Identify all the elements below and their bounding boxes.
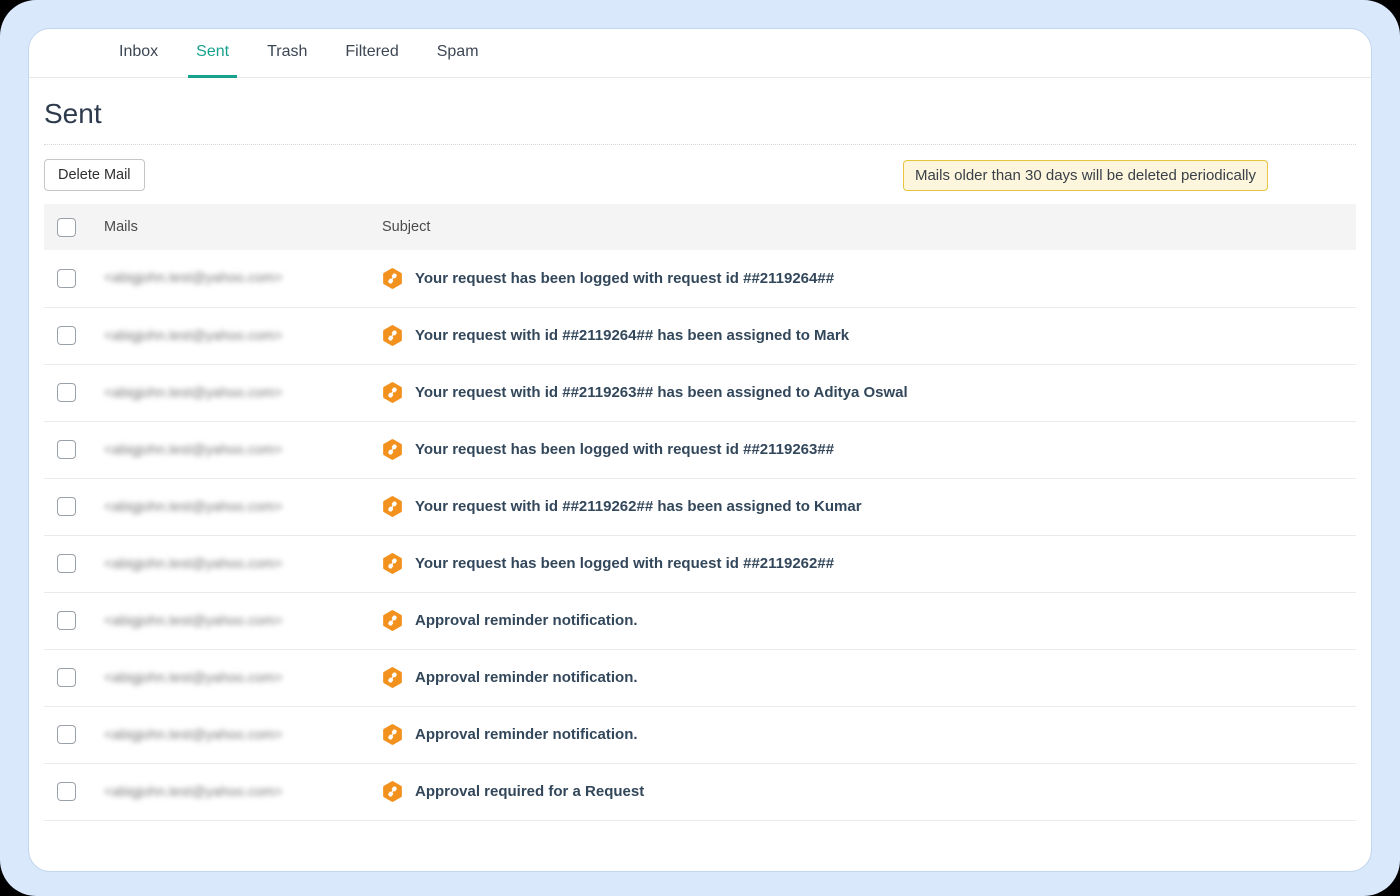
ticket-hexagon-icon — [382, 553, 403, 574]
sender-email: <abigjohn.test@yahoo.com> — [104, 555, 282, 571]
page-background: Inbox Sent Trash Filtered Spam Sent Dele… — [0, 0, 1400, 896]
subject-text: Approval reminder notification. — [415, 612, 638, 629]
mail-row[interactable]: <abigjohn.test@yahoo.com> Your request h… — [44, 535, 1356, 592]
subject-cell: Approval reminder notification. — [382, 724, 1356, 745]
row-checkbox[interactable] — [57, 497, 76, 516]
subject-cell: Your request with id ##2119262## has bee… — [382, 496, 1356, 517]
row-checkbox[interactable] — [57, 269, 76, 288]
mail-table: Mails Subject <abigjohn.test@yahoo.com> — [44, 204, 1356, 821]
row-checkbox[interactable] — [57, 782, 76, 801]
row-checkbox[interactable] — [57, 440, 76, 459]
subject-text: Your request has been logged with reques… — [415, 555, 834, 572]
subject-cell: Your request has been logged with reques… — [382, 553, 1356, 574]
sender-email: <abigjohn.test@yahoo.com> — [104, 612, 282, 628]
ticket-hexagon-icon — [382, 781, 403, 802]
row-checkbox[interactable] — [57, 383, 76, 402]
sender-email: <abigjohn.test@yahoo.com> — [104, 327, 282, 343]
ticket-hexagon-icon — [382, 325, 403, 346]
ticket-hexagon-icon — [382, 667, 403, 688]
select-all-checkbox[interactable] — [57, 218, 76, 237]
subject-text: Approval reminder notification. — [415, 669, 638, 686]
ticket-hexagon-icon — [382, 724, 403, 745]
ticket-hexagon-icon — [382, 268, 403, 289]
page-title: Sent — [44, 98, 1356, 130]
row-checkbox[interactable] — [57, 668, 76, 687]
sender-email: <abigjohn.test@yahoo.com> — [104, 441, 282, 457]
tab-sent[interactable]: Sent — [188, 29, 237, 78]
tab-inbox[interactable]: Inbox — [111, 29, 166, 78]
row-checkbox[interactable] — [57, 725, 76, 744]
subject-text: Approval required for a Request — [415, 783, 644, 800]
retention-notice: Mails older than 30 days will be deleted… — [903, 160, 1268, 191]
sent-mail-content: Sent Delete Mail Mails older than 30 day… — [29, 98, 1371, 821]
delete-mail-button[interactable]: Delete Mail — [44, 159, 145, 191]
sender-email: <abigjohn.test@yahoo.com> — [104, 669, 282, 685]
tab-label: Sent — [196, 43, 229, 61]
subject-cell: Your request has been logged with reques… — [382, 268, 1356, 289]
mail-row[interactable]: <abigjohn.test@yahoo.com> Approval requi… — [44, 763, 1356, 820]
subject-text: Your request with id ##2119262## has bee… — [415, 498, 862, 515]
column-header-subject: Subject — [382, 204, 1356, 250]
subject-cell: Your request has been logged with reques… — [382, 439, 1356, 460]
subject-text: Your request with id ##2119263## has bee… — [415, 384, 908, 401]
mail-panel: Inbox Sent Trash Filtered Spam Sent Dele… — [28, 28, 1372, 872]
sender-email: <abigjohn.test@yahoo.com> — [104, 269, 282, 285]
row-checkbox[interactable] — [57, 611, 76, 630]
subject-cell: Approval reminder notification. — [382, 610, 1356, 631]
mail-table-body: <abigjohn.test@yahoo.com> Your request h… — [44, 250, 1356, 820]
subject-cell: Approval required for a Request — [382, 781, 1356, 802]
mail-row[interactable]: <abigjohn.test@yahoo.com> Your request h… — [44, 250, 1356, 307]
tab-label: Spam — [437, 43, 479, 61]
ticket-hexagon-icon — [382, 382, 403, 403]
mail-row[interactable]: <abigjohn.test@yahoo.com> Your request w… — [44, 307, 1356, 364]
sender-email: <abigjohn.test@yahoo.com> — [104, 783, 282, 799]
column-header-mails: Mails — [104, 204, 382, 250]
tab-label: Inbox — [119, 43, 158, 61]
subject-text: Approval reminder notification. — [415, 726, 638, 743]
tab-trash[interactable]: Trash — [259, 29, 315, 78]
row-checkbox[interactable] — [57, 326, 76, 345]
ticket-hexagon-icon — [382, 496, 403, 517]
subject-text: Your request has been logged with reques… — [415, 441, 834, 458]
ticket-hexagon-icon — [382, 439, 403, 460]
subject-cell: Approval reminder notification. — [382, 667, 1356, 688]
tab-spam[interactable]: Spam — [429, 29, 487, 78]
mail-row[interactable]: <abigjohn.test@yahoo.com> Approval remin… — [44, 706, 1356, 763]
subject-text: Your request has been logged with reques… — [415, 270, 834, 287]
mail-row[interactable]: <abigjohn.test@yahoo.com> Your request w… — [44, 364, 1356, 421]
subject-cell: Your request with id ##2119263## has bee… — [382, 382, 1356, 403]
row-checkbox[interactable] — [57, 554, 76, 573]
tab-label: Filtered — [345, 43, 398, 61]
mail-row[interactable]: <abigjohn.test@yahoo.com> Approval remin… — [44, 649, 1356, 706]
mail-row[interactable]: <abigjohn.test@yahoo.com> Approval remin… — [44, 592, 1356, 649]
title-divider — [44, 144, 1356, 145]
sender-email: <abigjohn.test@yahoo.com> — [104, 498, 282, 514]
tab-filtered[interactable]: Filtered — [337, 29, 406, 78]
tab-label: Trash — [267, 43, 307, 61]
sender-email: <abigjohn.test@yahoo.com> — [104, 726, 282, 742]
screenshot-root: Inbox Sent Trash Filtered Spam Sent Dele… — [0, 0, 1400, 896]
toolbar: Delete Mail Mails older than 30 days wil… — [44, 159, 1356, 191]
mail-row[interactable]: <abigjohn.test@yahoo.com> Your request w… — [44, 478, 1356, 535]
mail-row[interactable]: <abigjohn.test@yahoo.com> Your request h… — [44, 421, 1356, 478]
subject-cell: Your request with id ##2119264## has bee… — [382, 325, 1356, 346]
ticket-hexagon-icon — [382, 610, 403, 631]
subject-text: Your request with id ##2119264## has bee… — [415, 327, 849, 344]
mail-tabbar: Inbox Sent Trash Filtered Spam — [29, 29, 1371, 78]
sender-email: <abigjohn.test@yahoo.com> — [104, 384, 282, 400]
table-header-row: Mails Subject — [44, 204, 1356, 250]
